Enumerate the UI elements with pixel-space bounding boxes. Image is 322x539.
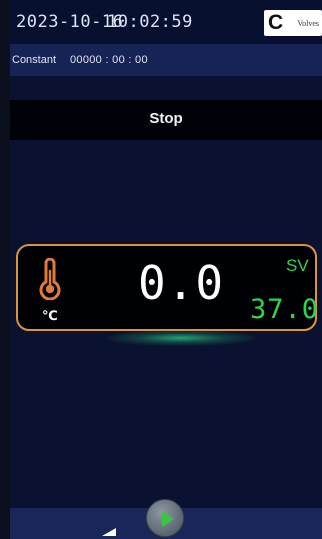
run-timer: 00000 : 00 : 00 bbox=[70, 54, 148, 66]
play-button[interactable] bbox=[146, 499, 184, 537]
process-value: 0.0 bbox=[138, 256, 225, 310]
temperature-unit: ℃ bbox=[42, 309, 58, 324]
run-status-label: Stop bbox=[149, 110, 183, 127]
time-display: 10:02:59 bbox=[107, 12, 193, 32]
mode-bar: Constant 00000 : 00 : 00 bbox=[10, 44, 322, 76]
valves-button-label: Volves bbox=[297, 19, 319, 28]
screen-bezel bbox=[0, 0, 10, 539]
setpoint-label: SV bbox=[286, 256, 309, 275]
temperature-panel[interactable]: ℃ 0.0 SV 37.0 bbox=[16, 244, 319, 331]
valves-button[interactable]: C Volves bbox=[264, 10, 322, 36]
valves-button-letter: C bbox=[268, 11, 284, 34]
pointer-icon bbox=[102, 528, 116, 536]
run-status-bar: Stop bbox=[10, 100, 322, 140]
setpoint-value[interactable]: 37.0 bbox=[250, 294, 319, 325]
device-screen: 2023-10-16 10:02:59 C Volves Constant 00… bbox=[10, 0, 322, 539]
panel-glow bbox=[106, 330, 256, 346]
play-icon bbox=[162, 511, 174, 527]
top-status-bar: 2023-10-16 10:02:59 C Volves bbox=[10, 0, 322, 44]
mode-label: Constant bbox=[12, 54, 57, 66]
thermometer-icon bbox=[39, 258, 61, 300]
